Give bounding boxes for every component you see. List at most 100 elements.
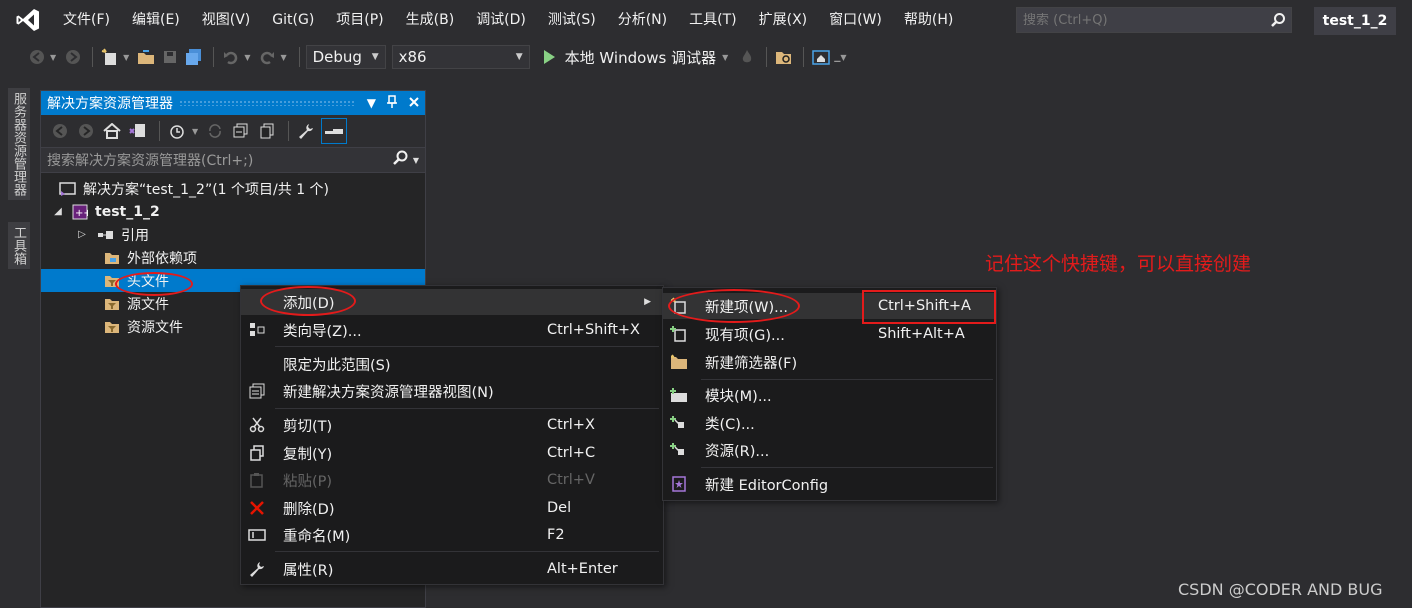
back-icon[interactable] <box>26 46 48 68</box>
new-dropdown-icon[interactable]: ▼ <box>123 53 129 62</box>
search-options-dropdown-icon[interactable]: ▼ <box>413 156 419 165</box>
toolbox-tab[interactable]: 工具箱 <box>8 222 30 269</box>
switch-views-icon[interactable] <box>127 120 149 142</box>
global-search-input[interactable] <box>1017 12 1265 28</box>
start-debugging-button[interactable]: 本地 Windows 调试器 ▼ <box>543 47 728 68</box>
undo-dropdown-icon[interactable]: ▼ <box>244 53 250 62</box>
search-icon[interactable] <box>391 150 409 170</box>
menu-project[interactable]: 项目(P) <box>325 6 394 34</box>
find-in-files-icon[interactable] <box>773 46 795 68</box>
menu-item-class[interactable]: 类(C)... <box>663 410 996 436</box>
menu-item-shortcut: F2 <box>547 527 565 543</box>
window-position-dropdown-icon[interactable]: ▼ <box>367 96 376 110</box>
chevron-down-icon: ▼ <box>371 52 379 62</box>
class-icon <box>669 413 689 433</box>
menu-item-label: 复制(Y) <box>283 446 333 463</box>
annotation-oval-header-files <box>115 272 193 296</box>
toolbar-separator <box>288 121 290 141</box>
new-project-icon[interactable] <box>99 46 121 68</box>
browser-link-icon[interactable] <box>810 46 832 68</box>
menu-item-label: 类向导(Z)... <box>283 323 362 340</box>
tree-item-external-dependencies[interactable]: 外部依赖项 <box>41 246 425 269</box>
menu-item-resource[interactable]: 资源(R)... <box>663 437 996 463</box>
menu-debug[interactable]: 调试(D) <box>465 6 537 34</box>
menu-help[interactable]: 帮助(H) <box>893 6 964 34</box>
tree-item-label: 资源文件 <box>127 319 183 336</box>
toolbar-overflow-icon[interactable]: ▁▼ <box>834 53 846 62</box>
menu-item-shortcut: Shift+Alt+A <box>878 326 965 342</box>
menu-item-paste[interactable]: 粘贴(P) Ctrl+V <box>241 467 663 493</box>
menu-item-new-explorer-view[interactable]: 新建解决方案资源管理器视图(N) <box>241 378 663 404</box>
menu-window[interactable]: 窗口(W) <box>818 6 893 34</box>
search-icon[interactable] <box>1265 12 1291 28</box>
show-all-files-icon[interactable] <box>256 120 278 142</box>
menu-item-shortcut: Del <box>547 500 572 516</box>
menu-item-rename[interactable]: 重命名(M) F2 <box>241 522 663 548</box>
redo-dropdown-icon[interactable]: ▼ <box>280 53 286 62</box>
back-dropdown-icon[interactable]: ▼ <box>50 53 56 62</box>
expanded-triangle-icon[interactable]: ◢ <box>51 206 65 217</box>
preview-selected-items-icon[interactable] <box>321 118 348 144</box>
annotation-oval-add <box>260 286 356 316</box>
annotation-rect-shortcut <box>862 290 996 324</box>
redo-icon[interactable] <box>256 46 278 68</box>
visual-studio-logo-icon[interactable] <box>10 2 46 38</box>
menu-build[interactable]: 生成(B) <box>395 6 466 34</box>
menu-analyze[interactable]: 分析(N) <box>607 6 678 34</box>
wrench-icon <box>247 559 267 579</box>
new-filter-icon <box>669 352 689 372</box>
menu-item-scope-to-this[interactable]: 限定为此范围(S) <box>241 351 663 377</box>
run-dropdown-icon[interactable]: ▼ <box>722 53 728 62</box>
pin-icon[interactable] <box>386 94 398 112</box>
menu-item-properties[interactable]: 属性(R) Alt+Enter <box>241 556 663 582</box>
home-icon[interactable] <box>101 120 123 142</box>
menu-view[interactable]: 视图(V) <box>191 6 262 34</box>
menu-item-shortcut: Alt+Enter <box>547 561 618 577</box>
menu-item-existing-item[interactable]: 现有项(G)... Shift+Alt+A <box>663 321 996 347</box>
menu-item-label: 属性(R) <box>283 562 334 579</box>
context-menu: 添加(D) ▶ 类向导(Z)... Ctrl+Shift+X 限定为此范围(S)… <box>240 285 664 585</box>
toolbar-separator <box>213 47 215 67</box>
menu-bar: 文件(F) 编辑(E) 视图(V) Git(G) 项目(P) 生成(B) 调试(… <box>0 0 1412 40</box>
forward-icon[interactable] <box>62 46 84 68</box>
close-icon[interactable] <box>408 96 420 111</box>
resource-icon <box>669 440 689 460</box>
platform-dropdown[interactable]: x86 ▼ <box>391 45 530 69</box>
solution-explorer-search[interactable]: 搜索解决方案资源管理器(Ctrl+;) ▼ <box>41 147 425 173</box>
pending-changes-filter-icon[interactable] <box>166 120 188 142</box>
open-folder-icon[interactable] <box>135 46 157 68</box>
menu-tools[interactable]: 工具(T) <box>678 6 747 34</box>
menu-item-copy[interactable]: 复制(Y) Ctrl+C <box>241 440 663 466</box>
collapsed-triangle-icon[interactable]: ▷ <box>75 229 89 240</box>
undo-icon[interactable] <box>220 46 242 68</box>
hot-reload-icon[interactable] <box>736 46 758 68</box>
menu-file[interactable]: 文件(F) <box>52 6 121 34</box>
menu-item-label: 限定为此范围(S) <box>283 357 391 374</box>
save-icon[interactable] <box>159 46 181 68</box>
menu-git[interactable]: Git(G) <box>261 6 325 34</box>
menu-item-class-wizard[interactable]: 类向导(Z)... Ctrl+Shift+X <box>241 317 663 343</box>
menu-item-new-editorconfig[interactable]: 新建 EditorConfig <box>663 471 996 497</box>
menu-test[interactable]: 测试(S) <box>537 6 607 34</box>
global-search-box[interactable] <box>1016 7 1292 33</box>
save-all-icon[interactable] <box>183 46 205 68</box>
forward-icon[interactable] <box>75 120 97 142</box>
menu-extensions[interactable]: 扩展(X) <box>748 6 819 34</box>
tree-item-project[interactable]: ◢ ++ test_1_2 <box>41 200 425 223</box>
chevron-down-icon: ▼ <box>515 52 523 62</box>
menu-edit[interactable]: 编辑(E) <box>121 6 191 34</box>
menu-item-module[interactable]: 模块(M)... <box>663 382 996 408</box>
tree-item-references[interactable]: ▷ 引用 <box>41 223 425 246</box>
delete-icon <box>247 498 267 518</box>
menu-item-new-filter[interactable]: 新建筛选器(F) <box>663 349 996 375</box>
collapse-all-icon[interactable] <box>230 120 252 142</box>
menu-item-delete[interactable]: 删除(D) Del <box>241 495 663 521</box>
sync-icon[interactable] <box>204 120 226 142</box>
server-explorer-tab[interactable]: 服务器资源管理器 <box>8 88 30 200</box>
properties-wrench-icon[interactable] <box>295 120 317 142</box>
menu-item-cut[interactable]: 剪切(T) Ctrl+X <box>241 412 663 438</box>
configuration-dropdown[interactable]: Debug ▼ <box>305 45 386 69</box>
tree-item-solution[interactable]: 解决方案“test_1_2”(1 个项目/共 1 个) <box>41 177 425 200</box>
back-icon[interactable] <box>49 120 71 142</box>
filter-dropdown-icon[interactable]: ▼ <box>192 127 198 136</box>
